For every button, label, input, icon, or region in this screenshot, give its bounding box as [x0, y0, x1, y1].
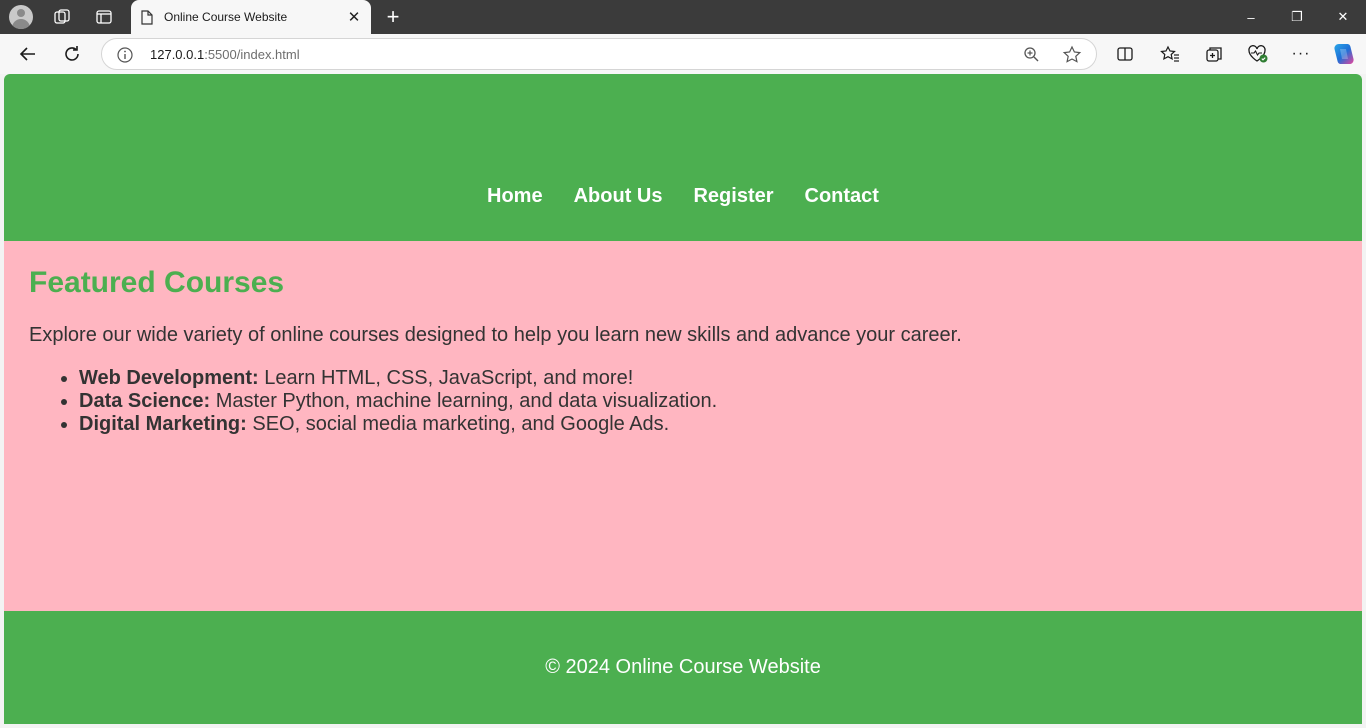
- active-tab[interactable]: Online Course Website ✕: [131, 0, 371, 34]
- zoom-icon[interactable]: [1022, 45, 1042, 65]
- list-item: Web Development: Learn HTML, CSS, JavaSc…: [79, 367, 717, 390]
- list-item: Data Science: Master Python, machine lea…: [79, 390, 717, 413]
- url-text: 127.0.0.1:5500/index.html: [150, 47, 300, 62]
- tab-close-icon[interactable]: ✕: [342, 5, 366, 29]
- favorites-icon[interactable]: [1159, 43, 1181, 65]
- course-name: Digital Marketing:: [79, 413, 247, 435]
- vertical-tabs-icon[interactable]: [92, 5, 116, 29]
- minimize-button[interactable]: –: [1228, 0, 1274, 34]
- collections-icon[interactable]: [1203, 43, 1225, 65]
- course-name: Data Science:: [79, 390, 211, 412]
- page-viewport: Home About Us Register Contact Featured …: [4, 74, 1362, 724]
- url-host: 127.0.0.1: [150, 47, 205, 62]
- nav-link-about-us[interactable]: About Us: [574, 185, 663, 208]
- site-footer: © 2024 Online Course Website: [4, 611, 1362, 724]
- list-item: Digital Marketing: SEO, social media mar…: [79, 413, 717, 436]
- split-screen-icon[interactable]: [1114, 43, 1136, 65]
- new-tab-button[interactable]: +: [381, 4, 405, 29]
- restore-button[interactable]: ❐: [1274, 0, 1320, 34]
- footer-text: © 2024 Online Course Website: [545, 656, 821, 678]
- nav-link-home[interactable]: Home: [487, 185, 543, 208]
- profile-avatar-icon[interactable]: [9, 5, 33, 29]
- reload-icon[interactable]: [58, 40, 86, 68]
- course-list: Web Development: Learn HTML, CSS, JavaSc…: [79, 367, 717, 436]
- browser-toolbar: 127.0.0.1:5500/index.html ···: [0, 34, 1366, 74]
- more-menu-icon[interactable]: ···: [1290, 43, 1312, 65]
- course-description: Learn HTML, CSS, JavaScript, and more!: [258, 367, 634, 389]
- favorite-star-icon[interactable]: [1062, 45, 1082, 65]
- close-window-button[interactable]: ✕: [1320, 0, 1366, 34]
- intro-text: Explore our wide variety of online cours…: [29, 324, 962, 346]
- page-favicon-icon: [140, 9, 154, 25]
- performance-heart-icon[interactable]: [1247, 43, 1269, 65]
- course-description: SEO, social media marketing, and Google …: [246, 413, 670, 435]
- workspaces-icon[interactable]: [50, 5, 74, 29]
- site-header: Home About Us Register Contact: [4, 74, 1362, 241]
- back-arrow-icon[interactable]: [14, 40, 42, 68]
- course-description: Master Python, machine learning, and dat…: [210, 390, 718, 412]
- copilot-icon[interactable]: [1331, 41, 1357, 67]
- main-nav: Home About Us Register Contact: [4, 185, 1362, 208]
- course-name: Web Development:: [79, 367, 259, 389]
- url-path: :5500/index.html: [204, 47, 300, 62]
- tab-title: Online Course Website: [164, 10, 288, 24]
- nav-link-register[interactable]: Register: [693, 185, 773, 208]
- nav-link-contact[interactable]: Contact: [805, 185, 879, 208]
- section-heading: Featured Courses: [29, 266, 285, 299]
- site-info-icon[interactable]: [116, 46, 134, 64]
- address-bar[interactable]: 127.0.0.1:5500/index.html: [101, 38, 1097, 70]
- browser-title-bar: Online Course Website ✕ + – ❐ ✕: [0, 0, 1366, 34]
- featured-courses-section: Featured Courses Explore our wide variet…: [4, 241, 1362, 611]
